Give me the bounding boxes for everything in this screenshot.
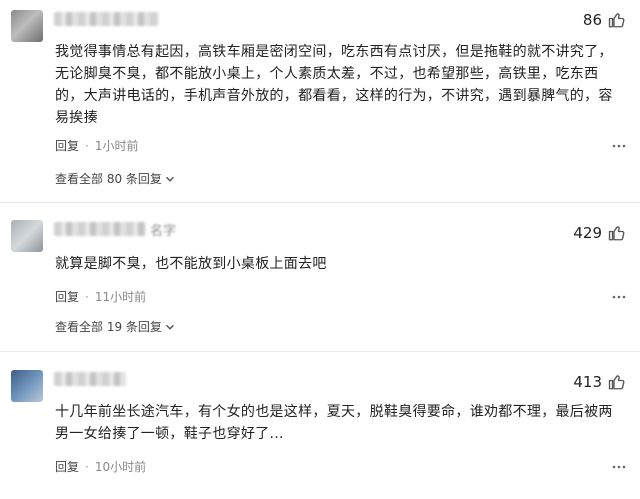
view-replies-label: 查看全部 80 条回复 bbox=[55, 172, 162, 186]
view-replies-label: 查看全部 19 条回复 bbox=[55, 320, 162, 334]
avatar[interactable] bbox=[11, 220, 43, 252]
more-options-icon[interactable] bbox=[612, 460, 626, 474]
thumbs-up-icon bbox=[608, 375, 625, 390]
username-blurred[interactable] bbox=[54, 12, 159, 26]
comment-item: 86 我觉得事情总有起因，高铁车厢是密闭空间，吃东西有点讨厌，但是拖鞋的就不讲究… bbox=[0, 0, 640, 200]
like-count: 413 bbox=[573, 373, 602, 391]
separator-dot: · bbox=[85, 459, 89, 474]
like-count: 429 bbox=[573, 224, 602, 242]
divider bbox=[0, 202, 640, 203]
avatar[interactable] bbox=[11, 370, 43, 402]
chevron-down-icon bbox=[165, 176, 174, 182]
comment-text: 我觉得事情总有起因，高铁车厢是密闭空间，吃东西有点讨厌，但是拖鞋的就不讲究了，无… bbox=[55, 44, 613, 126]
comment-item: 名字 429 就算是脚不臭，也不能放到小桌板上面去吧 回复 · 11小时前 查看… bbox=[0, 210, 640, 350]
username-blurred[interactable] bbox=[54, 222, 146, 236]
reply-button[interactable]: 回复 bbox=[55, 458, 79, 475]
comment-meta: 回复 · 10小时前 bbox=[55, 458, 146, 475]
like-button[interactable]: 429 bbox=[573, 224, 626, 242]
timestamp: 1小时前 bbox=[94, 139, 139, 153]
thumbs-up-icon bbox=[608, 226, 625, 241]
divider bbox=[0, 351, 640, 352]
username-fragment: 名字 bbox=[150, 224, 177, 239]
view-all-replies-button[interactable]: 查看全部 80 条回复 bbox=[55, 170, 175, 187]
more-options-icon[interactable] bbox=[612, 139, 626, 153]
username-blurred[interactable] bbox=[54, 372, 126, 386]
separator-dot: · bbox=[85, 289, 89, 304]
like-button[interactable]: 413 bbox=[573, 373, 626, 391]
timestamp: 11小时前 bbox=[94, 290, 147, 304]
avatar[interactable] bbox=[11, 10, 43, 42]
like-count: 86 bbox=[582, 11, 602, 29]
more-options-icon[interactable] bbox=[612, 290, 626, 304]
reply-button[interactable]: 回复 bbox=[55, 137, 79, 154]
separator-dot: · bbox=[85, 138, 89, 153]
chevron-down-icon bbox=[165, 324, 174, 330]
comment-text: 就算是脚不臭，也不能放到小桌板上面去吧 bbox=[55, 256, 327, 272]
comment-text: 十几年前坐长途汽车，有个女的也是这样，夏天，脱鞋臭得要命，谁劝都不理，最后被两男… bbox=[55, 404, 613, 442]
thumbs-up-icon bbox=[608, 13, 625, 28]
comment-meta: 回复 · 11小时前 bbox=[55, 288, 146, 305]
view-all-replies-button[interactable]: 查看全部 19 条回复 bbox=[55, 318, 175, 335]
reply-button[interactable]: 回复 bbox=[55, 288, 79, 305]
timestamp: 10小时前 bbox=[94, 460, 147, 474]
like-button[interactable]: 86 bbox=[583, 11, 626, 29]
comment-meta: 回复 · 1小时前 bbox=[55, 137, 138, 154]
comment-item: 413 十几年前坐长途汽车，有个女的也是这样，夏天，脱鞋臭得要命，谁劝都不理，最… bbox=[0, 360, 640, 499]
